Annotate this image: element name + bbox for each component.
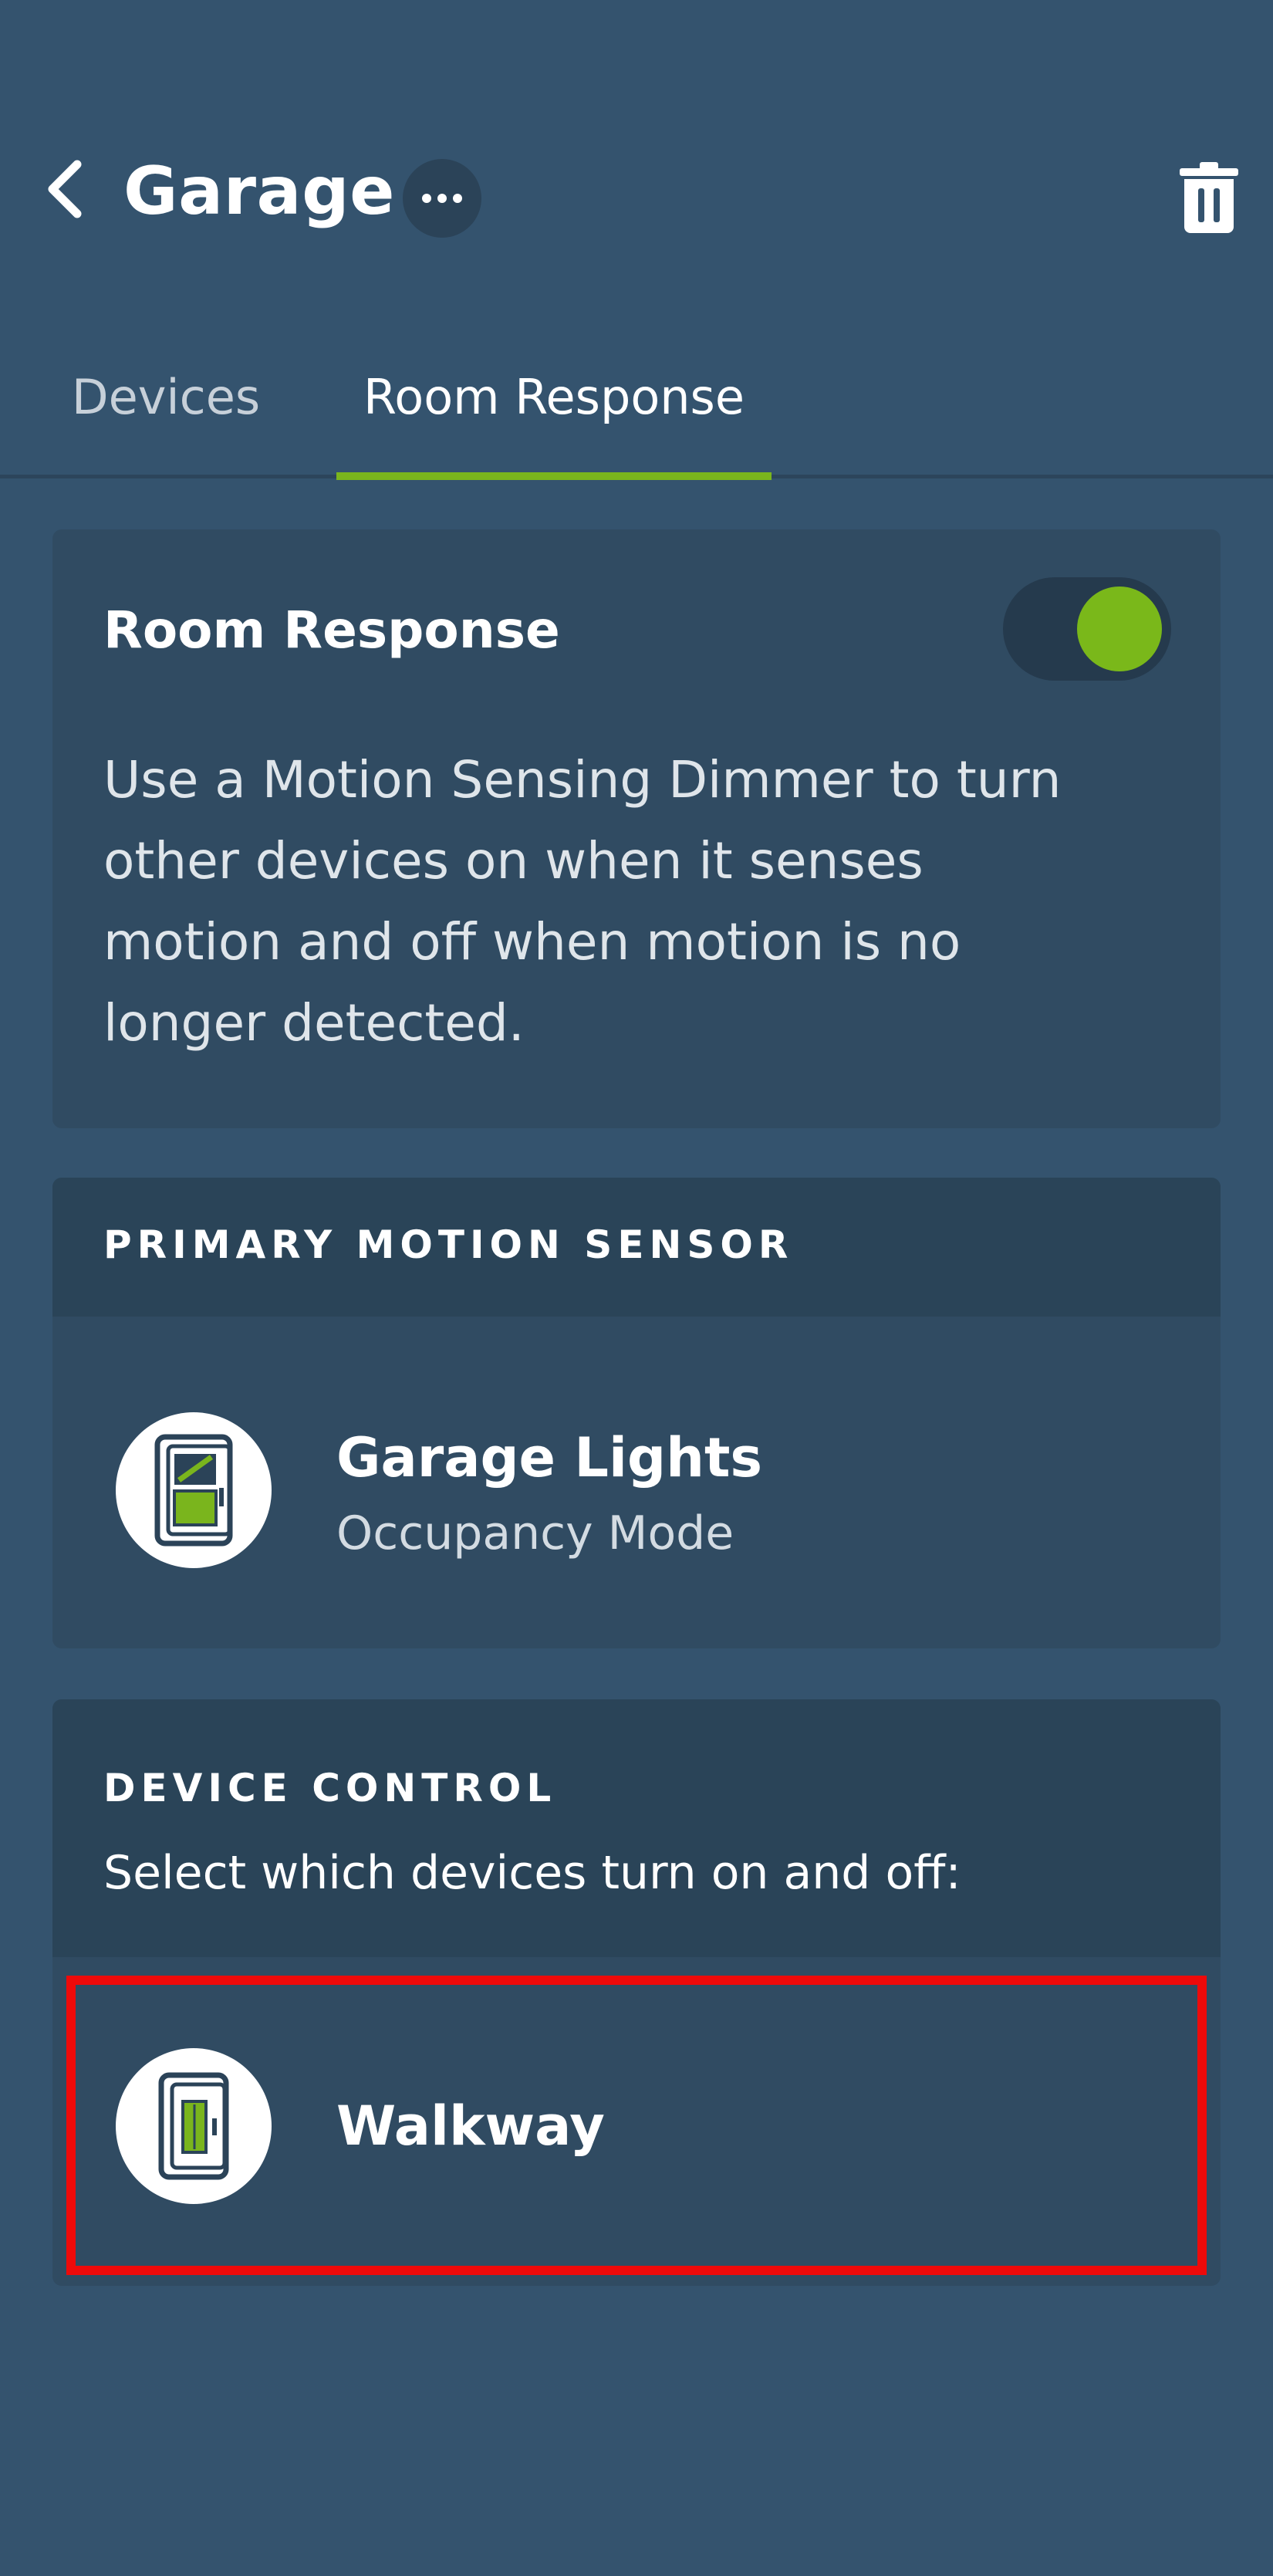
- page-title: Garage: [123, 153, 395, 230]
- tab-bar: Devices Room Response: [0, 340, 1273, 480]
- room-response-description: Use a Motion Sensing Dimmer to turn othe…: [103, 750, 1062, 1053]
- selection-highlight: [66, 1976, 1207, 2275]
- more-horizontal-icon: [422, 194, 462, 203]
- room-response-title: Room Response: [103, 600, 560, 660]
- section-header: DEVICE CONTROL Select which devices turn…: [52, 1699, 1221, 1957]
- primary-motion-sensor-card: PRIMARY MOTION SENSOR Garage Lights Occu…: [52, 1178, 1221, 1648]
- tab-room-response[interactable]: Room Response: [336, 340, 772, 478]
- primary-sensor-device-row[interactable]: Garage Lights Occupancy Mode: [52, 1321, 1221, 1648]
- room-response-card: Room Response Use a Motion Sensing Dimme…: [52, 529, 1221, 1128]
- device-control-row-walkway[interactable]: Walkway: [52, 1965, 1221, 2286]
- section-heading: DEVICE CONTROL: [103, 1766, 557, 1810]
- room-response-toggle[interactable]: [1003, 577, 1171, 681]
- active-tab-indicator: [336, 472, 772, 480]
- section-heading: PRIMARY MOTION SENSOR: [103, 1222, 794, 1267]
- trash-icon: [1180, 162, 1238, 233]
- back-button[interactable]: [34, 154, 96, 224]
- device-mode: Occupancy Mode: [336, 1506, 734, 1560]
- motion-dimmer-icon: [116, 1412, 272, 1568]
- section-header: PRIMARY MOTION SENSOR: [52, 1178, 1221, 1317]
- device-name: Garage Lights: [336, 1426, 763, 1489]
- device-control-card: DEVICE CONTROL Select which devices turn…: [52, 1699, 1221, 2286]
- more-options-button[interactable]: [403, 159, 481, 238]
- tab-devices[interactable]: Devices: [46, 340, 285, 478]
- chevron-left-icon: [48, 160, 82, 218]
- device-control-instruction: Select which devices turn on and off:: [103, 1846, 961, 1900]
- toggle-knob: [1077, 587, 1162, 671]
- delete-room-button[interactable]: [1174, 159, 1244, 236]
